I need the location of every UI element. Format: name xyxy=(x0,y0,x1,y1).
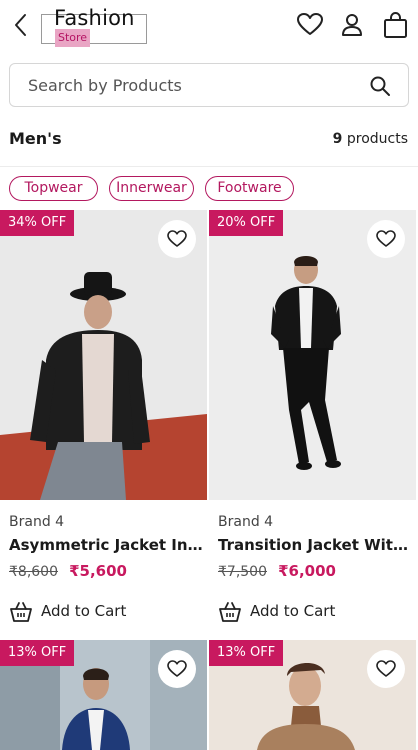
wishlist-toggle[interactable] xyxy=(158,220,196,258)
product-image[interactable]: 20% OFF xyxy=(209,210,416,500)
product-name[interactable]: Asymmetric Jacket In Bl... xyxy=(9,536,203,554)
category-title: Men's xyxy=(9,129,62,148)
wishlist-button[interactable] xyxy=(296,10,324,40)
discount-badge: 20% OFF xyxy=(209,210,284,236)
wishlist-toggle[interactable] xyxy=(367,650,405,688)
back-button[interactable] xyxy=(10,10,34,40)
wishlist-toggle[interactable] xyxy=(367,220,405,258)
filter-chip-innerwear[interactable]: Innerwear xyxy=(109,176,194,201)
product-card[interactable]: 34% OFF Brand 4 Asymmetric Jacket In Bl.… xyxy=(0,210,208,630)
sale-price: ₹6,000 xyxy=(278,562,336,580)
add-to-cart-label: Add to Cart xyxy=(41,602,127,620)
product-name[interactable]: Transition Jacket With H... xyxy=(218,536,412,554)
product-image[interactable]: 13% OFF xyxy=(0,640,207,750)
brand-subtitle: Store xyxy=(55,29,91,47)
discount-badge: 13% OFF xyxy=(0,640,75,666)
back-arrow-icon xyxy=(15,14,26,36)
basket-icon xyxy=(219,602,241,622)
product-brand: Brand 4 xyxy=(9,514,65,530)
filter-chip-footware[interactable]: Footware xyxy=(205,176,294,201)
account-button[interactable] xyxy=(338,10,366,40)
cart-bag-button[interactable] xyxy=(382,10,410,40)
basket-icon xyxy=(10,602,32,622)
heart-icon xyxy=(376,230,396,247)
original-price: ₹8,600 xyxy=(9,564,58,580)
app-header: Fashion Store xyxy=(0,0,418,56)
product-image[interactable]: 34% OFF xyxy=(0,210,207,500)
shopping-bag-icon xyxy=(384,11,407,38)
brand-title: Fashion xyxy=(54,6,135,30)
product-count: 9 products xyxy=(333,131,408,147)
search-input[interactable]: Search by Products xyxy=(28,76,182,95)
product-card[interactable]: 13% OFF xyxy=(0,640,208,750)
wishlist-toggle[interactable] xyxy=(158,650,196,688)
original-price: ₹7,500 xyxy=(218,564,267,580)
product-image[interactable]: 13% OFF xyxy=(209,640,416,750)
sale-price: ₹5,600 xyxy=(69,562,127,580)
product-count-number: 9 xyxy=(332,131,343,147)
product-card[interactable]: 20% OFF Brand 4 Transition Jacket With H… xyxy=(209,210,417,630)
product-brand: Brand 4 xyxy=(218,514,274,530)
divider xyxy=(0,166,418,167)
heart-icon xyxy=(297,13,323,35)
product-card[interactable]: 13% OFF xyxy=(209,640,417,750)
heart-icon xyxy=(167,660,187,677)
heart-icon xyxy=(376,660,396,677)
search-bar[interactable]: Search by Products xyxy=(9,63,409,107)
product-count-label: products xyxy=(346,131,408,147)
filter-chip-topwear[interactable]: Topwear xyxy=(9,176,98,201)
price-row: ₹7,500 ₹6,000 xyxy=(218,561,336,580)
discount-badge: 34% OFF xyxy=(0,210,75,236)
price-row: ₹8,600 ₹5,600 xyxy=(9,561,127,580)
heart-icon xyxy=(167,230,187,247)
user-icon xyxy=(342,14,362,36)
discount-badge: 13% OFF xyxy=(209,640,284,666)
search-icon[interactable] xyxy=(369,75,391,97)
add-to-cart-label: Add to Cart xyxy=(250,602,336,620)
